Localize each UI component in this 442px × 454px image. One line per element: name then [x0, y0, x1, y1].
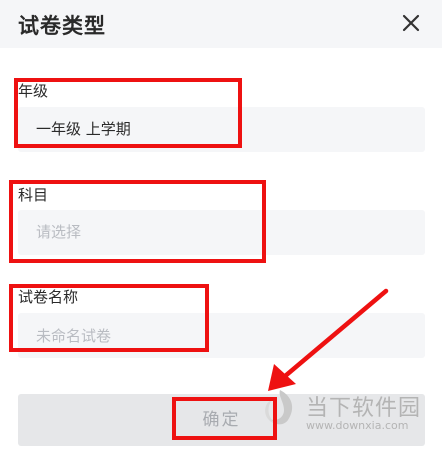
paper-name-field [18, 313, 425, 358]
subject-label: 科目 [18, 186, 49, 204]
subject-placeholder: 请选择 [36, 223, 82, 241]
subject-select[interactable]: 请选择 [18, 210, 425, 255]
grade-select[interactable]: 一年级 上学期 [18, 107, 425, 152]
paper-type-dialog: 试卷类型 年级 一年级 上学期 科目 请选择 试卷名称 确定 当下软件园 www… [0, 0, 442, 454]
dialog-header: 试卷类型 [0, 0, 442, 48]
dialog-title: 试卷类型 [18, 14, 106, 38]
close-icon [402, 14, 420, 32]
paper-name-label: 试卷名称 [18, 288, 79, 306]
confirm-button[interactable]: 确定 [18, 394, 425, 446]
close-button[interactable] [396, 8, 426, 38]
paper-name-input[interactable] [36, 313, 425, 358]
grade-value: 一年级 上学期 [36, 120, 131, 138]
grade-label: 年级 [18, 82, 49, 100]
